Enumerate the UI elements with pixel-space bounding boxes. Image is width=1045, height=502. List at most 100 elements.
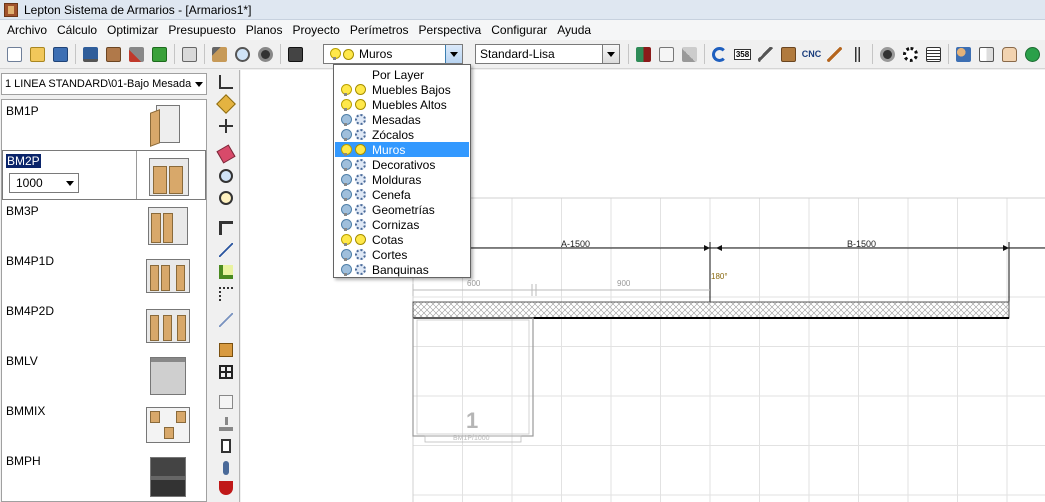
layer-option[interactable]: Mesadas: [335, 112, 469, 127]
menu-presupuesto[interactable]: Presupuesto: [163, 21, 240, 39]
tools-icon[interactable]: [127, 44, 147, 64]
refresh-icon[interactable]: [710, 44, 730, 64]
lightbulb-icon[interactable]: [340, 188, 352, 201]
module-item-bm4p2d[interactable]: BM4P2D: [2, 300, 206, 350]
menu-archivo[interactable]: Archivo: [2, 21, 52, 39]
lightbulb-icon[interactable]: [340, 113, 352, 126]
monitor-icon[interactable]: [81, 44, 101, 64]
grid-icon[interactable]: [217, 363, 235, 381]
zoom-window-icon[interactable]: [233, 44, 253, 64]
layer-option[interactable]: Cenefa: [335, 187, 469, 202]
layer-option[interactable]: Geometrías: [335, 202, 469, 217]
style-select[interactable]: Standard-Lisa: [475, 44, 620, 64]
chevron-down-icon[interactable]: [191, 74, 206, 94]
wall[interactable]: [412, 301, 1010, 319]
module-item-bm3p[interactable]: BM3P: [2, 200, 206, 250]
pencil-icon[interactable]: [756, 44, 776, 64]
module-item-bm4p1d[interactable]: BM4P1D: [2, 250, 206, 300]
layer-dropdown-list[interactable]: Por Layer Muebles Bajos Muebles Altos Mesad…: [333, 64, 471, 278]
panel-icon[interactable]: [217, 341, 235, 359]
layer-select[interactable]: Muros: [323, 44, 463, 64]
axis-icon[interactable]: [217, 73, 235, 91]
ruler-icon[interactable]: [216, 94, 236, 114]
layer-option[interactable]: Cornizas: [335, 217, 469, 232]
menu-optimizar[interactable]: Optimizar: [102, 21, 163, 39]
dotted-corner-icon[interactable]: [217, 285, 235, 303]
save-disk-icon[interactable]: [51, 44, 71, 64]
l-shape-icon[interactable]: [217, 263, 235, 281]
eraser-icon[interactable]: [216, 144, 236, 164]
lightbulb-icon[interactable]: [340, 233, 352, 246]
lightbulb-icon[interactable]: [340, 98, 352, 111]
layer-option[interactable]: Muebles Altos: [335, 97, 469, 112]
lightbulb-icon[interactable]: [340, 83, 352, 96]
hood-icon[interactable]: [217, 415, 235, 433]
users-icon[interactable]: [954, 44, 974, 64]
menu-planos[interactable]: Planos: [241, 21, 288, 39]
calculator-icon[interactable]: [286, 44, 306, 64]
faucet-icon[interactable]: [217, 459, 235, 477]
gear-icon[interactable]: [901, 44, 921, 64]
menu-proyecto[interactable]: Proyecto: [287, 21, 344, 39]
menu-ayuda[interactable]: Ayuda: [552, 21, 596, 39]
number-358-icon[interactable]: 358: [733, 44, 753, 64]
cabinet-icon[interactable]: [104, 44, 124, 64]
module-item-bm2p[interactable]: BM2P 1000: [2, 150, 206, 200]
size-select[interactable]: 1000: [9, 173, 79, 193]
lightbulb-icon[interactable]: [340, 248, 352, 261]
tape-measure-icon[interactable]: [256, 44, 276, 64]
layer-option[interactable]: Cotas: [335, 232, 469, 247]
layer-option[interactable]: Molduras: [335, 172, 469, 187]
menu-calculo[interactable]: Cálculo: [52, 21, 102, 39]
module-item-bmlv[interactable]: BMLV: [2, 350, 206, 400]
list-icon[interactable]: [924, 44, 944, 64]
new-file-icon[interactable]: [5, 44, 25, 64]
layer-option[interactable]: Decorativos: [335, 157, 469, 172]
menu-perspectiva[interactable]: Perspectiva: [414, 21, 487, 39]
split-icon[interactable]: [848, 44, 868, 64]
books-icon[interactable]: [634, 44, 654, 64]
lightbulb-icon[interactable]: [340, 158, 352, 171]
lightbulb-icon[interactable]: [340, 218, 352, 231]
fridge-icon[interactable]: [217, 437, 235, 455]
lightbulb-icon[interactable]: [340, 143, 352, 156]
layout-icon[interactable]: [977, 44, 997, 64]
module-item-bmph[interactable]: BMPH: [2, 450, 206, 500]
cnc-icon[interactable]: CNC: [802, 44, 822, 64]
corner-tool-icon[interactable]: [217, 219, 235, 237]
menu-configurar[interactable]: Configurar: [486, 21, 552, 39]
layer-option[interactable]: Por Layer: [335, 67, 469, 82]
wrench-icon[interactable]: [680, 44, 700, 64]
layer-option[interactable]: Muebles Bajos: [335, 82, 469, 97]
crosshair-icon[interactable]: [217, 117, 235, 135]
dashed-line-icon[interactable]: [217, 311, 235, 329]
chevron-down-icon[interactable]: [445, 45, 462, 63]
hand-icon[interactable]: [1000, 44, 1020, 64]
drawer-icon[interactable]: [779, 44, 799, 64]
currency-icon[interactable]: [1023, 44, 1043, 64]
chevron-down-icon[interactable]: [602, 45, 619, 63]
zoom-in-icon[interactable]: [217, 167, 235, 185]
window-icon[interactable]: [217, 393, 235, 411]
chevron-down-icon[interactable]: [62, 174, 78, 192]
layer-option[interactable]: Muros: [335, 142, 469, 157]
zoom-out-icon[interactable]: [217, 189, 235, 207]
layer-option[interactable]: Zócalos: [335, 127, 469, 142]
layer-option[interactable]: Banquinas: [335, 262, 469, 277]
open-folder-icon[interactable]: [28, 44, 48, 64]
green-box-icon[interactable]: [150, 44, 170, 64]
sink-icon[interactable]: [217, 479, 235, 497]
diagonal-line-icon[interactable]: [217, 241, 235, 259]
lightbulb-icon[interactable]: [340, 173, 352, 186]
print-icon[interactable]: [180, 44, 200, 64]
lightbulb-icon[interactable]: [340, 203, 352, 216]
lightbulb-icon[interactable]: [340, 128, 352, 141]
module-item-bmmix[interactable]: BMMIX: [2, 400, 206, 450]
layer-option[interactable]: Cortes: [335, 247, 469, 262]
line-tool-icon[interactable]: [825, 44, 845, 64]
hammer-icon[interactable]: [210, 44, 230, 64]
tape-icon[interactable]: [878, 44, 898, 64]
search-doc-icon[interactable]: [657, 44, 677, 64]
lightbulb-icon[interactable]: [340, 263, 352, 276]
module-item-bm1p[interactable]: BM1P: [2, 100, 206, 150]
